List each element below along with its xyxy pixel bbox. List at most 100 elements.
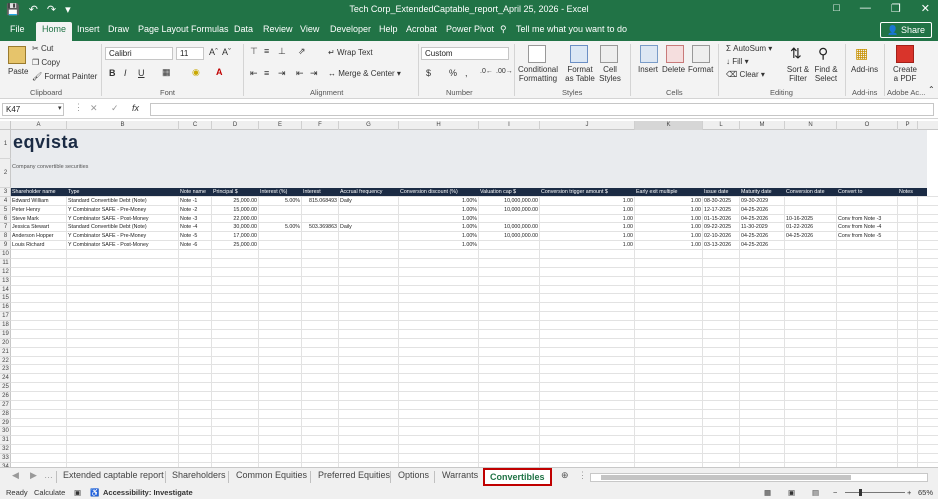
wrap-text-button[interactable]: ↵ Wrap Text bbox=[328, 48, 373, 57]
table-cell[interactable]: 815.068493 bbox=[303, 197, 337, 205]
column-title-cell[interactable]: Conversion date bbox=[786, 188, 836, 196]
row-header[interactable]: 32 bbox=[0, 445, 11, 455]
table-cell[interactable]: Jessica Stewart bbox=[12, 223, 65, 231]
table-cell[interactable] bbox=[340, 232, 397, 240]
name-box[interactable]: K47 bbox=[2, 103, 64, 116]
zoom-level[interactable]: 65% bbox=[918, 488, 933, 497]
zoom-in-icon[interactable]: + bbox=[907, 488, 911, 497]
table-cell[interactable]: 11-30-2029 bbox=[741, 223, 783, 231]
table-cell[interactable] bbox=[899, 197, 916, 205]
table-cell[interactable] bbox=[899, 241, 916, 249]
row-header[interactable]: 10 bbox=[0, 250, 11, 259]
column-title-cell[interactable]: Type bbox=[68, 188, 178, 196]
align-right-icon[interactable]: ⇥ bbox=[278, 68, 286, 79]
table-cell[interactable]: Note -1 bbox=[180, 197, 210, 205]
currency-button[interactable]: $ bbox=[426, 68, 431, 78]
tab-draw[interactable]: Draw bbox=[108, 24, 129, 34]
table-cell[interactable]: 25,000.00 bbox=[213, 197, 257, 205]
table-cell[interactable]: 1.00% bbox=[400, 215, 477, 223]
increase-font-icon[interactable]: Aˆ bbox=[209, 47, 218, 57]
table-cell[interactable]: 09-30-2029 bbox=[741, 197, 783, 205]
scrollbar-thumb[interactable] bbox=[601, 475, 851, 480]
table-cell[interactable]: Y Combinator SAFE - Post-Money bbox=[68, 215, 177, 223]
column-header[interactable]: B bbox=[67, 121, 179, 130]
table-cell[interactable]: Note -5 bbox=[180, 232, 210, 240]
decrease-indent-icon[interactable]: ⇤ bbox=[296, 68, 304, 79]
column-header[interactable]: E bbox=[259, 121, 302, 130]
page-break-preview-icon[interactable]: ▤ bbox=[812, 488, 819, 497]
column-header[interactable]: O bbox=[837, 121, 898, 130]
column-title-cell[interactable]: Conversion trigger amount $ bbox=[541, 188, 634, 196]
insert-cells-button[interactable]: Insert bbox=[638, 65, 658, 74]
table-cell[interactable] bbox=[260, 232, 300, 240]
table-cell[interactable]: 1.00 bbox=[541, 197, 633, 205]
row-header[interactable]: 23 bbox=[0, 365, 11, 375]
column-title-cell[interactable]: Interest bbox=[303, 188, 338, 196]
table-cell[interactable]: Standard Convertible Debt (Note) bbox=[68, 223, 177, 231]
sheet-tab-shareholders[interactable]: Shareholders bbox=[172, 470, 226, 480]
format-cells-icon[interactable] bbox=[692, 45, 710, 63]
table-cell[interactable] bbox=[340, 241, 397, 249]
table-cell[interactable]: 1.00 bbox=[636, 206, 701, 214]
table-cell[interactable]: Daily bbox=[340, 223, 397, 231]
row-header[interactable]: 21 bbox=[0, 348, 11, 357]
number-format-select[interactable]: Custom bbox=[421, 47, 509, 60]
paste-icon[interactable] bbox=[8, 46, 26, 64]
row-header[interactable]: 4 bbox=[0, 197, 11, 206]
row-header[interactable]: 14 bbox=[0, 286, 11, 295]
find-select-button[interactable]: Find & Select bbox=[811, 65, 841, 83]
column-header[interactable]: H bbox=[399, 121, 479, 130]
row-header[interactable]: 1 bbox=[0, 130, 11, 159]
decrease-decimal-icon[interactable]: .00→ bbox=[496, 68, 513, 75]
row-header[interactable]: 19 bbox=[0, 330, 11, 339]
align-center-icon[interactable]: ≡ bbox=[264, 68, 269, 78]
table-cell[interactable]: 1.00% bbox=[400, 206, 477, 214]
table-cell[interactable] bbox=[838, 197, 896, 205]
font-color-icon[interactable]: A bbox=[216, 67, 223, 77]
table-cell[interactable]: Conv from Note -5 bbox=[838, 232, 896, 240]
column-header[interactable]: K bbox=[635, 121, 703, 130]
table-cell[interactable]: 1.00 bbox=[541, 206, 633, 214]
table-cell[interactable]: 03-13-2026 bbox=[704, 241, 738, 249]
table-cell[interactable] bbox=[480, 241, 538, 249]
increase-decimal-icon[interactable]: .0← bbox=[480, 68, 493, 75]
table-cell[interactable]: Edward William bbox=[12, 197, 65, 205]
page-layout-view-icon[interactable]: ▣ bbox=[788, 488, 795, 497]
share-button[interactable]: 👤 Share bbox=[880, 22, 932, 38]
row-header[interactable]: 24 bbox=[0, 374, 11, 384]
table-cell[interactable]: Y Combinator SAFE - Pre-Money bbox=[68, 232, 177, 240]
table-cell[interactable]: Daily bbox=[340, 197, 397, 205]
table-cell[interactable]: 01-15-2026 bbox=[704, 215, 738, 223]
column-title-cell[interactable]: Conversion discount (%) bbox=[400, 188, 478, 196]
table-cell[interactable]: Louis Richard bbox=[12, 241, 65, 249]
table-cell[interactable]: 04-25-2026 bbox=[741, 206, 783, 214]
table-cell[interactable]: Note -4 bbox=[180, 223, 210, 231]
insert-function-button[interactable]: fx bbox=[132, 103, 139, 113]
table-cell[interactable]: Steve Mark bbox=[12, 215, 65, 223]
align-middle-icon[interactable]: ≡ bbox=[264, 46, 269, 56]
scroll-tabs-left-icon[interactable]: ◀ bbox=[12, 470, 19, 481]
worksheet-grid[interactable]: ABCDEFGHIJKLMNOP 1 2 3 4 5 6 7 8 9 10 11 12 13 14 15 16… bbox=[0, 121, 938, 467]
tab-power-pivot[interactable]: Power Pivot bbox=[446, 24, 494, 34]
table-cell[interactable]: 10-16-2025 bbox=[786, 215, 835, 223]
table-cell[interactable] bbox=[303, 206, 337, 214]
column-header[interactable]: A bbox=[11, 121, 67, 130]
table-cell[interactable] bbox=[786, 197, 835, 205]
row-header[interactable]: 28 bbox=[0, 410, 11, 419]
orientation-icon[interactable]: ⇗ bbox=[298, 46, 306, 57]
column-title-cell[interactable]: Principal $ bbox=[213, 188, 258, 196]
tab-page-layout[interactable]: Page Layout bbox=[138, 24, 189, 34]
bold-button[interactable]: B bbox=[109, 68, 116, 78]
align-bottom-icon[interactable]: ⊥ bbox=[278, 46, 286, 57]
table-cell[interactable] bbox=[838, 241, 896, 249]
row-header[interactable]: 7 bbox=[0, 223, 11, 233]
copy-button[interactable]: ❐ Copy bbox=[32, 58, 60, 67]
column-title-cell[interactable]: Valuation cap $ bbox=[480, 188, 539, 196]
create-pdf-button[interactable]: Create a PDF bbox=[890, 65, 920, 83]
cut-button[interactable]: ✂ Cut bbox=[32, 44, 53, 53]
table-cell[interactable] bbox=[340, 215, 397, 223]
row-header[interactable]: 5 bbox=[0, 206, 11, 215]
column-header[interactable]: F bbox=[302, 121, 339, 130]
clear-button[interactable]: ⌫ Clear ▾ bbox=[726, 70, 765, 79]
sheet-tab-convertibles[interactable]: Convertibles bbox=[483, 468, 552, 486]
